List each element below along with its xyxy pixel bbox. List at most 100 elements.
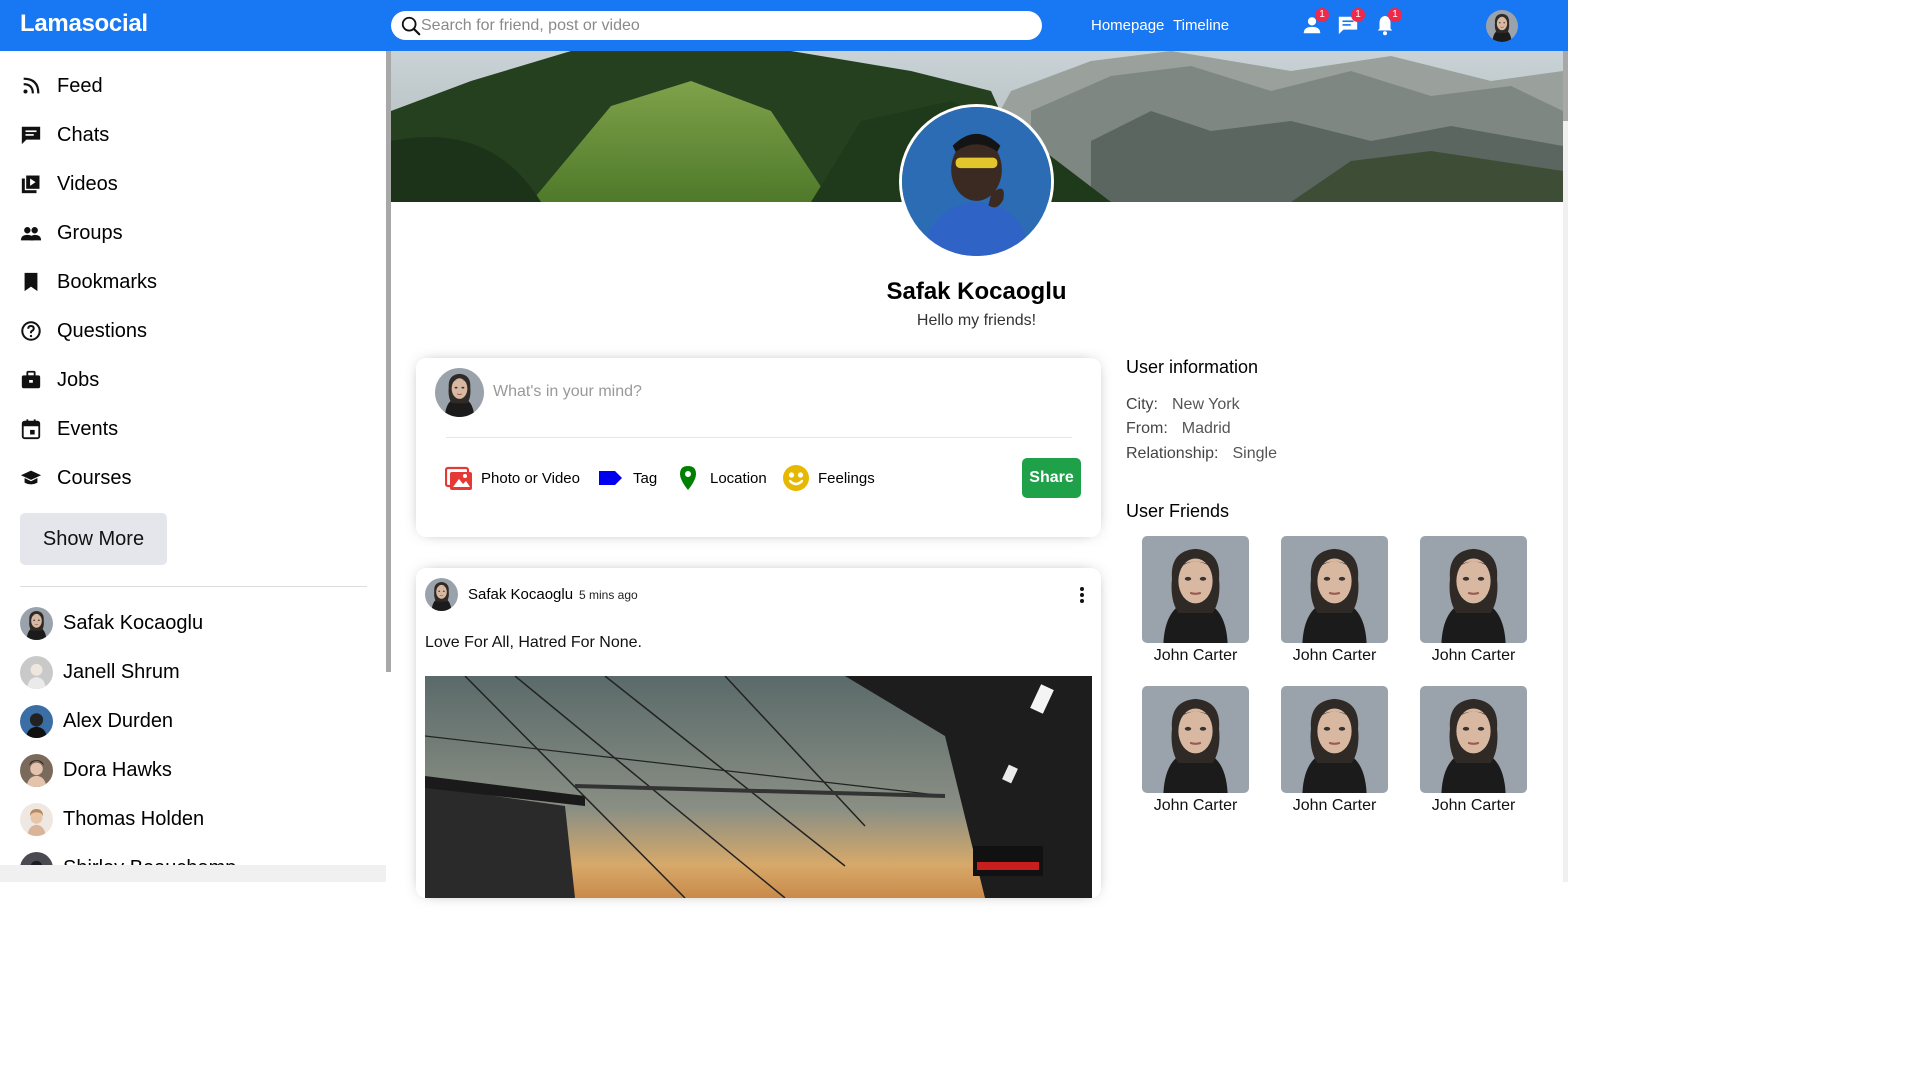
scrollbar-thumb[interactable] xyxy=(1563,51,1568,121)
info-key: City: xyxy=(1126,396,1158,413)
friend-name: Safak Kocaoglu xyxy=(63,611,204,634)
sidebar: Feed Chats Videos Groups Bookmarks Quest… xyxy=(0,51,391,882)
page-scrollbar[interactable] xyxy=(1563,51,1568,882)
user-friend-item[interactable]: John Carter xyxy=(1142,686,1249,815)
sidebar-item-label: Videos xyxy=(57,172,118,195)
info-value: New York xyxy=(1172,396,1240,413)
search-icon xyxy=(401,16,421,36)
friend-name: Dora Hawks xyxy=(63,758,172,781)
user-friend-item[interactable]: John Carter xyxy=(1420,536,1527,665)
share-option-photo[interactable]: Photo or Video xyxy=(445,464,580,492)
work-icon xyxy=(21,370,41,389)
sidebar-divider xyxy=(20,586,367,587)
sidebar-item-label: Bookmarks xyxy=(57,270,158,293)
friend-name: John Carter xyxy=(1431,797,1516,814)
friend-name: John Carter xyxy=(1292,647,1377,664)
friend-list-item[interactable]: Safak Kocaoglu xyxy=(20,606,203,640)
school-icon xyxy=(20,470,42,485)
sidebar-item-feed[interactable]: Feed xyxy=(20,71,103,101)
avatar[interactable] xyxy=(425,578,458,611)
avatar xyxy=(20,656,53,689)
friend-photo xyxy=(1142,536,1249,643)
sidebar-item-groups[interactable]: Groups xyxy=(20,218,123,248)
sidebar-item-jobs[interactable]: Jobs xyxy=(20,365,99,395)
share-option-feelings[interactable]: Feelings xyxy=(782,464,875,492)
avatar xyxy=(20,607,53,640)
homepage-link[interactable]: Homepage xyxy=(1091,17,1164,34)
share-option-label: Feelings xyxy=(818,469,875,487)
avatar xyxy=(435,368,484,417)
app-logo[interactable]: Lamasocial xyxy=(20,10,148,38)
post-date: 5 mins ago xyxy=(579,588,638,602)
friend-name: Alex Durden xyxy=(63,709,174,732)
sidebar-item-bookmarks[interactable]: Bookmarks xyxy=(20,267,157,297)
share-button[interactable]: Share xyxy=(1022,458,1081,498)
share-option-label: Tag xyxy=(633,469,658,487)
chat-icon xyxy=(21,126,41,145)
post-username[interactable]: Safak Kocaoglu xyxy=(468,586,573,603)
friend-request-badge: 1 xyxy=(1315,8,1329,22)
chat-badge: 1 xyxy=(1351,8,1365,22)
share-option-location[interactable]: Location xyxy=(674,464,767,492)
share-card: Photo or Video Tag Location Feelings Sha… xyxy=(416,358,1101,537)
profile-description: Hello my friends! xyxy=(916,312,1037,329)
search-bar[interactable] xyxy=(391,11,1042,40)
sidebar-item-questions[interactable]: Questions xyxy=(20,316,147,346)
info-key: From: xyxy=(1126,420,1168,437)
sidebar-item-chats[interactable]: Chats xyxy=(20,120,109,150)
bookmark-icon xyxy=(24,272,38,292)
user-friend-item[interactable]: John Carter xyxy=(1281,686,1388,815)
friend-list-item[interactable]: Janell Shrum xyxy=(20,655,180,689)
info-key: Relationship: xyxy=(1126,445,1219,462)
emoji-icon xyxy=(783,465,809,491)
timeline-link[interactable]: Timeline xyxy=(1173,17,1229,34)
sidebar-item-label: Events xyxy=(57,417,119,440)
search-input[interactable] xyxy=(421,14,1021,37)
post-text: Love For All, Hatred For None. xyxy=(425,634,642,651)
friend-list-item[interactable]: Dora Hawks xyxy=(20,753,172,787)
share-option-label: Location xyxy=(710,469,767,487)
user-info-title: User information xyxy=(1126,357,1259,377)
info-value: Single xyxy=(1232,445,1277,462)
friend-list-item[interactable]: Thomas Holden xyxy=(20,802,204,836)
friend-name: Janell Shrum xyxy=(63,660,180,683)
friend-photo xyxy=(1420,686,1527,793)
user-info-city: City: New York xyxy=(1126,396,1240,414)
avatar xyxy=(20,802,53,836)
help-icon xyxy=(21,321,41,341)
sidebar-item-label: Questions xyxy=(57,319,148,342)
top-bar: Lamasocial Homepage Timeline 1 1 1 xyxy=(0,0,1568,51)
location-icon xyxy=(680,466,696,490)
post-image[interactable] xyxy=(425,676,1092,898)
sidebar-item-videos[interactable]: Videos xyxy=(20,169,118,199)
sidebar-item-courses[interactable]: Courses xyxy=(20,463,131,493)
info-value: Madrid xyxy=(1181,420,1231,437)
user-friend-item[interactable]: John Carter xyxy=(1420,686,1527,815)
share-divider xyxy=(446,437,1072,438)
show-more-button[interactable]: Show More xyxy=(20,513,167,565)
photo-icon xyxy=(445,466,472,490)
notification-badge: 1 xyxy=(1388,8,1402,22)
rss-icon xyxy=(23,77,40,94)
label-icon xyxy=(599,471,622,485)
group-icon xyxy=(20,227,42,241)
more-vert-icon[interactable] xyxy=(1072,584,1092,606)
profile-name: Safak Kocaoglu xyxy=(886,278,1067,305)
sidebar-item-label: Jobs xyxy=(57,368,100,391)
profile-picture[interactable] xyxy=(899,104,1054,259)
user-friend-item[interactable]: John Carter xyxy=(1281,536,1388,665)
share-input[interactable] xyxy=(493,380,1053,404)
sidebar-item-label: Courses xyxy=(57,466,132,489)
video-icon xyxy=(21,174,41,194)
horizontal-scrollbar[interactable] xyxy=(0,865,386,882)
sidebar-item-label: Chats xyxy=(57,123,110,146)
share-option-tag[interactable]: Tag xyxy=(597,464,657,492)
user-friend-item[interactable]: John Carter xyxy=(1142,536,1249,665)
friend-name: John Carter xyxy=(1292,797,1377,814)
friend-photo xyxy=(1420,536,1527,643)
friend-list-item[interactable]: Alex Durden xyxy=(20,704,173,738)
avatar[interactable] xyxy=(1486,10,1518,42)
friend-name: Thomas Holden xyxy=(63,807,205,830)
sidebar-item-events[interactable]: Events xyxy=(20,414,118,444)
friend-name: John Carter xyxy=(1431,647,1516,664)
